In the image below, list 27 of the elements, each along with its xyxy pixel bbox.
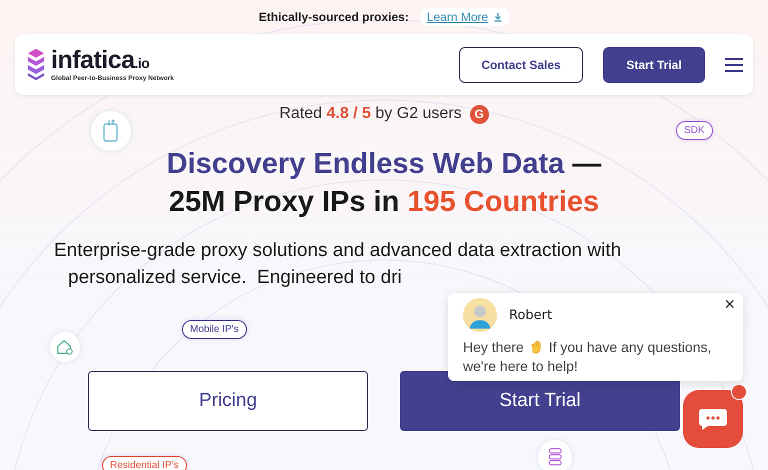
menu-icon[interactable]: [725, 58, 743, 72]
chat-launcher-button[interactable]: [683, 390, 743, 448]
avatar-icon: [463, 298, 497, 332]
chat-greeting: Hey there: [463, 338, 524, 357]
rating-text: Rated 4.8 / 5 by G2 users: [279, 105, 462, 123]
learn-more-link[interactable]: Learn More: [420, 8, 510, 26]
agent-name: Robert: [509, 308, 552, 322]
headline-text: 25M Proxy IPs in 195 Countries: [168, 185, 600, 220]
chat-bubble-icon: [698, 407, 728, 431]
announcement-text: Ethically-sourced proxies:: [258, 10, 409, 24]
feature-tag: Mobile IP's: [182, 320, 247, 339]
hero-description: Enterprise-grade proxy solutions and advanced data extraction with personalized service. Engineered to dri: [54, 239, 622, 290]
house-icon: [50, 332, 80, 362]
g2-badge-icon: G: [470, 104, 489, 124]
chat-message: If you have any questions,: [548, 338, 712, 357]
start-trial-button[interactable]: Start Trial: [603, 46, 705, 82]
phone-icon: [91, 111, 131, 151]
close-button[interactable]: ×: [720, 295, 739, 313]
contact-sales-button[interactable]: Contact Sales: [459, 46, 583, 82]
download-icon: [493, 12, 504, 22]
headline-text: Discovery Endless Web Data —: [166, 147, 602, 182]
pricing-button[interactable]: Pricing: [88, 371, 368, 431]
feature-tag: SDK: [676, 121, 713, 140]
stacked-layers-logo-icon: [27, 48, 45, 82]
feature-tag: Residential IP's: [102, 456, 187, 470]
logo-wordmark: infatica.io: [51, 48, 150, 74]
database-icon: [538, 440, 572, 470]
